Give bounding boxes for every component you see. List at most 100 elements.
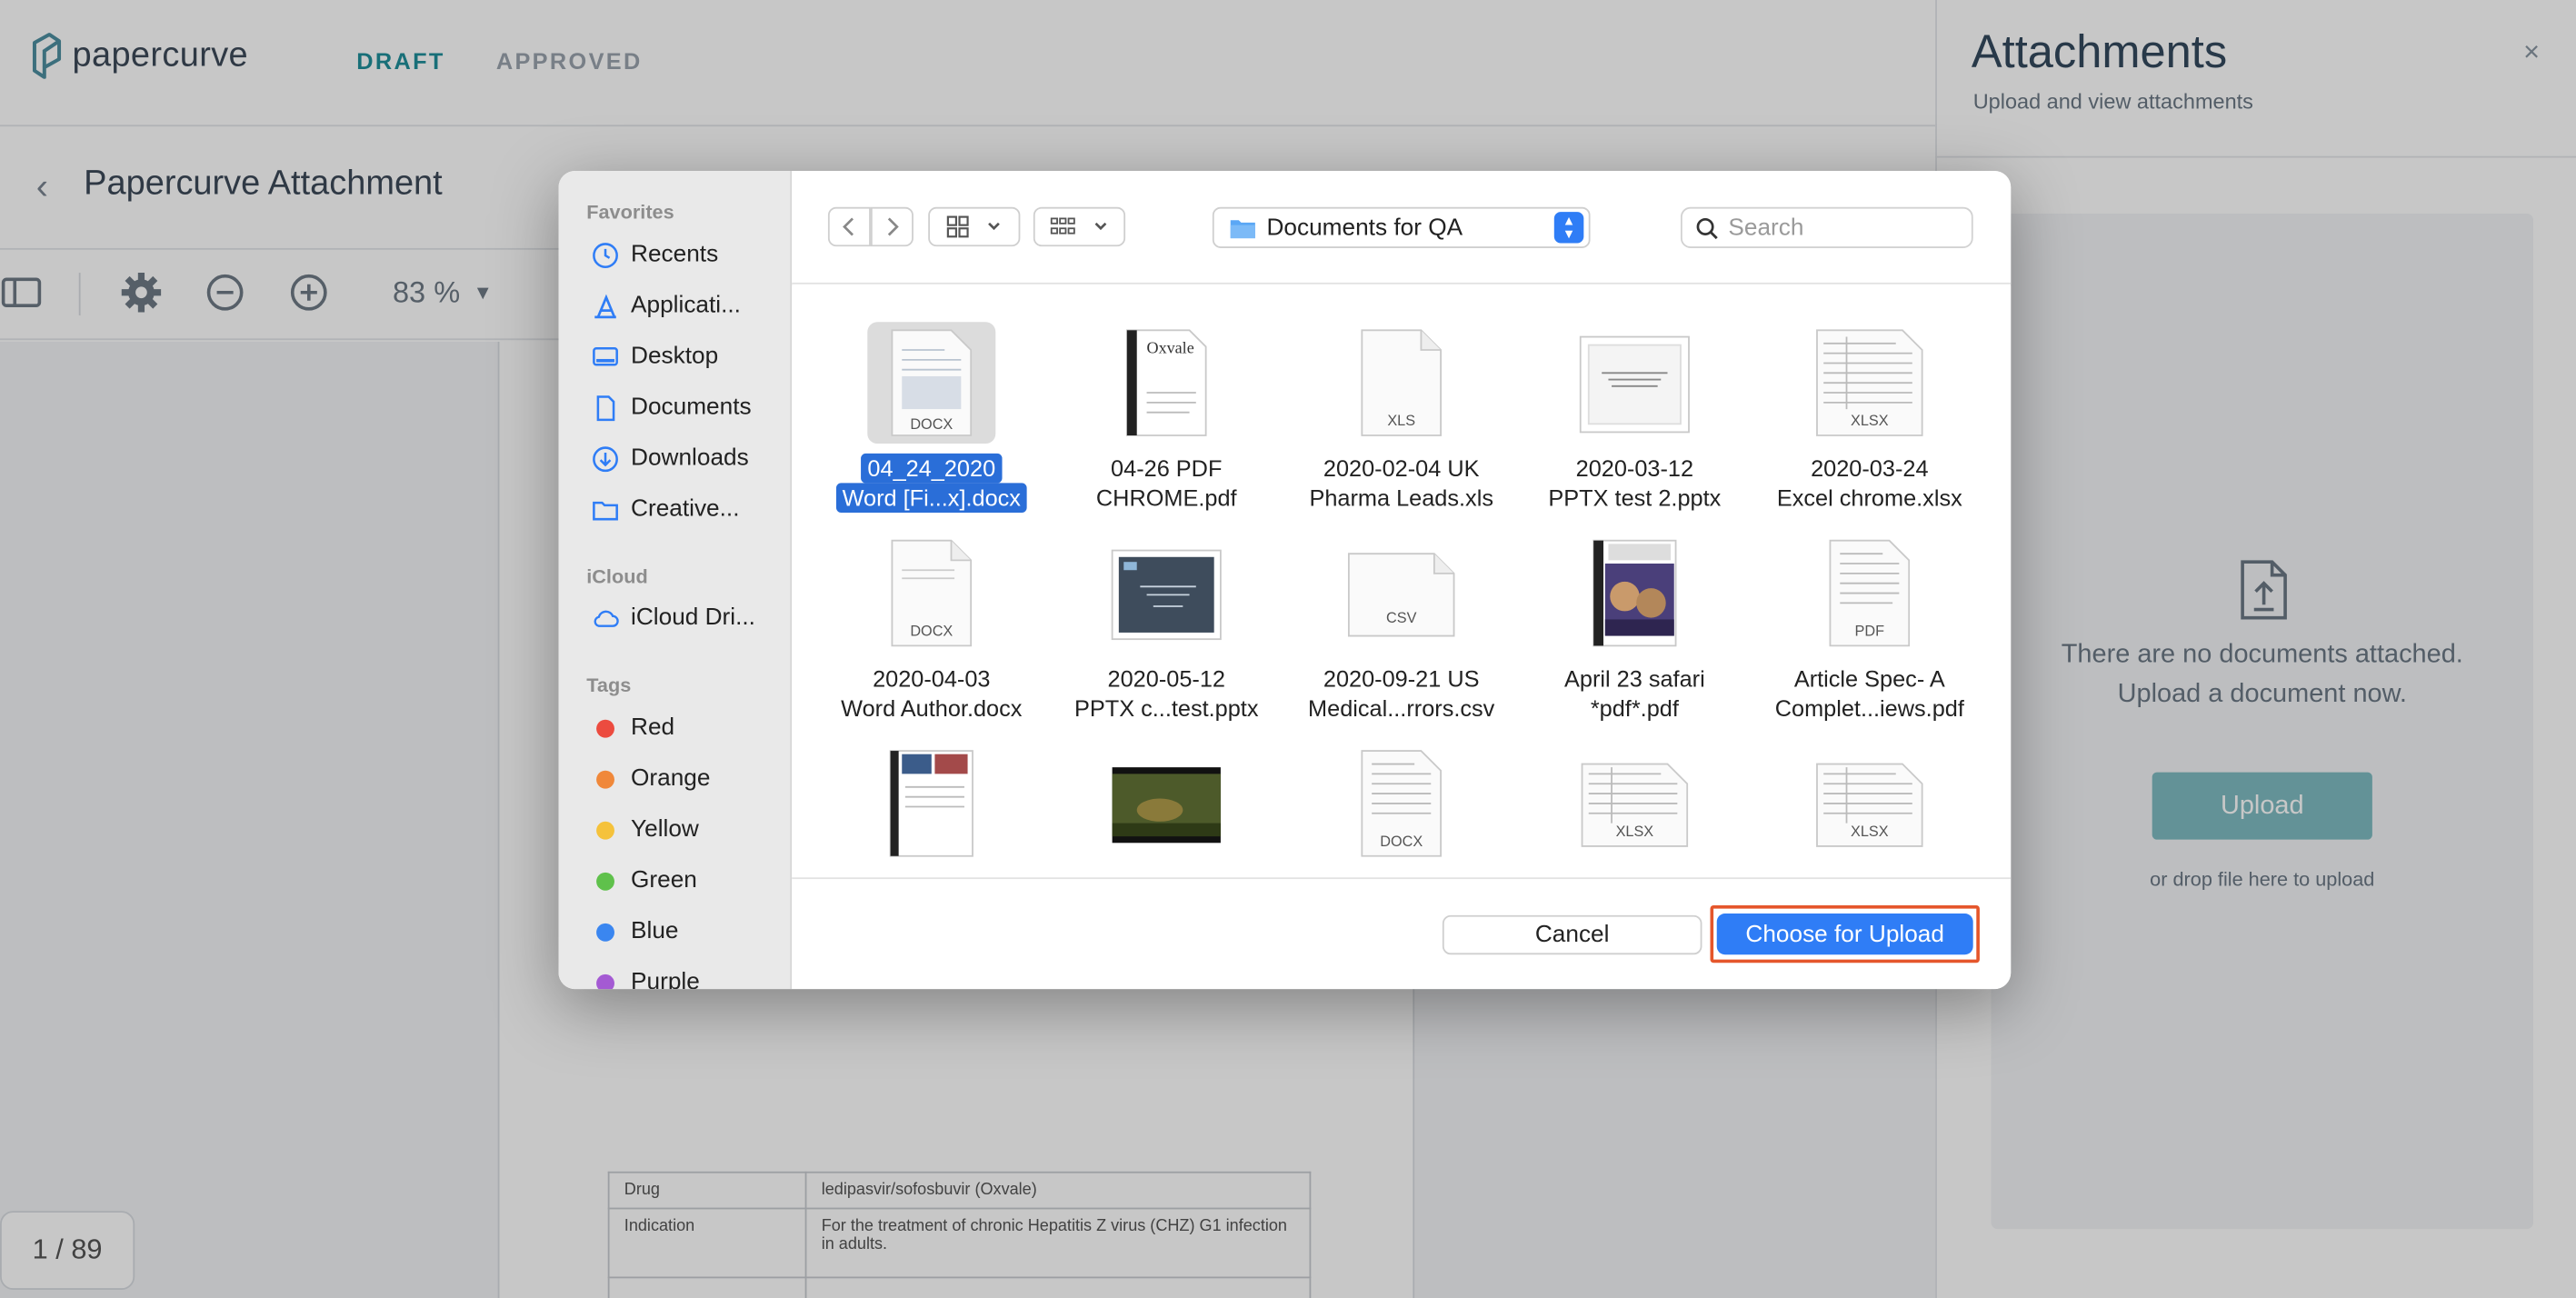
sidebar-item-label: Purple [631, 969, 700, 990]
tag-dot [596, 974, 614, 990]
file-name-line: PPTX c...test.pptx [1073, 694, 1259, 722]
file-name-line: 2020-02-04 UK [1323, 454, 1480, 482]
clock-icon [593, 242, 618, 268]
group-mode-button[interactable] [1033, 206, 1126, 247]
tag-dot [596, 820, 614, 839]
sidebar-item-label: Blue [631, 918, 679, 945]
chevron-right-icon [887, 217, 899, 236]
file-name: 2020-05-12 PPTX c...test.pptx [1058, 664, 1275, 723]
sidebar-item-creative[interactable]: Creative... [592, 491, 739, 527]
file-item[interactable]: DOCX 2020-04-03 Word Author.docx [824, 533, 1041, 724]
desktop-icon [593, 346, 618, 365]
tag-dot [596, 718, 614, 737]
file-name-line: 2020-03-24 [1811, 454, 1929, 482]
file-badge: XLSX [1851, 413, 1889, 429]
file-name-line: PPTX test 2.pptx [1548, 484, 1722, 512]
sidebar-item-recents[interactable]: Recents [592, 236, 718, 273]
location-label: Documents for QA [1266, 214, 1463, 241]
sidebar-item-downloads[interactable]: Downloads [592, 440, 749, 476]
choose-for-upload-button[interactable]: Choose for Upload [1716, 914, 1973, 955]
file-badge: XLS [1387, 413, 1415, 429]
file-thumbnail: XLS [1337, 322, 1465, 444]
video-file-icon [1112, 767, 1221, 844]
file-grid: DOCX 04_24_2020 Word [Fi...x].docx Oxvale… [792, 285, 2012, 878]
file-thumbnail [1571, 533, 1699, 654]
file-item[interactable] [1058, 743, 1275, 864]
docx-file-icon: DOCX [891, 329, 973, 436]
file-name-line: 2020-04-03 [873, 665, 991, 692]
file-thumbnail: DOCX [867, 533, 995, 654]
dialog-toolbar: Documents for QA ▲ ▼ [792, 170, 2012, 285]
file-thumbnail: XLSX [1571, 743, 1699, 864]
file-item[interactable]: DOCX [1293, 743, 1510, 864]
file-thumbnail: PDF [1805, 533, 1933, 654]
sidebar-item-tag-red[interactable]: Red [592, 710, 674, 746]
file-item[interactable]: April 23 safari *pdf*.pdf [1526, 533, 1743, 724]
xlsx-file-icon: XLSX [1816, 329, 1923, 436]
file-name-line: 04_24_2020 [861, 453, 1003, 484]
sidebar-item-tag-blue[interactable]: Blue [592, 914, 679, 950]
file-name-line: Excel chrome.xlsx [1776, 484, 1962, 512]
file-badge: DOCX [910, 624, 953, 640]
sidebar-item-tag-yellow[interactable]: Yellow [592, 812, 699, 848]
file-name-line: April 23 safari [1564, 665, 1705, 692]
file-badge: DOCX [910, 416, 953, 433]
xls-file-icon: XLS [1361, 329, 1442, 436]
file-thumbnail [1571, 322, 1699, 444]
file-name: 2020-04-03 Word Author.docx [824, 664, 1041, 723]
file-item[interactable]: 2020-03-12 PPTX test 2.pptx [1526, 322, 1743, 513]
file-item[interactable]: DOCX 04_24_2020 Word [Fi...x].docx [824, 322, 1041, 513]
file-item[interactable]: XLSX [1526, 743, 1743, 864]
file-badge: Oxvale [1147, 339, 1194, 357]
sidebar-item-desktop[interactable]: Desktop [592, 338, 719, 374]
docx-file-icon: DOCX [891, 539, 973, 647]
search-input[interactable] [1728, 214, 1959, 241]
sidebar-item-tag-green[interactable]: Green [592, 863, 697, 899]
sidebar-heading: Tags [586, 674, 632, 697]
file-item[interactable]: XLS 2020-02-04 UK Pharma Leads.xls [1293, 322, 1510, 513]
file-name-line: Medical...rrors.csv [1308, 694, 1495, 722]
dialog-footer: Cancel Choose for Upload [792, 877, 2012, 990]
file-item[interactable]: XLSX 2020-03-24 Excel chrome.xlsx [1762, 322, 1979, 513]
sidebar-item-tag-orange[interactable]: Orange [592, 761, 710, 797]
file-item[interactable]: PDF Article Spec- A Complet...iews.pdf [1762, 533, 1979, 724]
sidebar-item-label: Yellow [631, 816, 699, 844]
file-item[interactable]: XLSX [1762, 743, 1979, 864]
file-name: 2020-03-24 Excel chrome.xlsx [1762, 454, 1979, 513]
view-mode-button[interactable] [928, 206, 1021, 247]
tag-dot [596, 871, 614, 890]
applications-icon [594, 293, 616, 318]
sidebar-item-label: Green [631, 867, 697, 894]
tag-dot [596, 769, 614, 788]
forward-button[interactable] [870, 206, 914, 247]
search-field[interactable] [1680, 206, 1973, 248]
sidebar-item-icloud-drive[interactable]: iCloud Dri... [592, 600, 755, 636]
cancel-button[interactable]: Cancel [1442, 914, 1702, 955]
pdf-file-icon: PDF [1829, 539, 1911, 647]
file-name-line: 04-26 PDF [1111, 454, 1223, 482]
file-thumbnail [867, 743, 995, 864]
file-thumbnail: Oxvale [1103, 322, 1231, 444]
file-thumbnail [1103, 533, 1231, 654]
file-name-line: Word Author.docx [841, 694, 1023, 722]
file-item[interactable]: CSV 2020-09-21 US Medical...rrors.csv [1293, 533, 1510, 724]
sidebar-item-label: Desktop [631, 343, 719, 370]
file-item[interactable]: Oxvale 04-26 PDF CHROME.pdf [1058, 322, 1275, 513]
back-button[interactable] [827, 206, 871, 247]
file-name-line: CHROME.pdf [1095, 484, 1237, 512]
sidebar-item-tag-purple[interactable]: Purple [592, 964, 700, 990]
file-item[interactable] [824, 743, 1041, 864]
file-badge: DOCX [1380, 834, 1423, 850]
pdf-file-icon [1593, 539, 1677, 647]
sidebar-item-label: Downloads [631, 444, 749, 472]
sidebar-item-applications[interactable]: Applicati... [592, 287, 741, 324]
chevron-left-icon [843, 217, 854, 236]
sidebar-item-documents[interactable]: Documents [592, 389, 752, 425]
xlsx-file-icon: XLSX [1581, 763, 1689, 847]
icon-grid-icon [946, 215, 969, 238]
file-item[interactable]: 2020-05-12 PPTX c...test.pptx [1058, 533, 1275, 724]
download-icon [593, 445, 618, 472]
file-name: April 23 safari *pdf*.pdf [1526, 664, 1743, 723]
location-select[interactable]: Documents for QA ▲ ▼ [1212, 206, 1591, 248]
stepper-icon[interactable]: ▲ ▼ [1553, 212, 1584, 244]
